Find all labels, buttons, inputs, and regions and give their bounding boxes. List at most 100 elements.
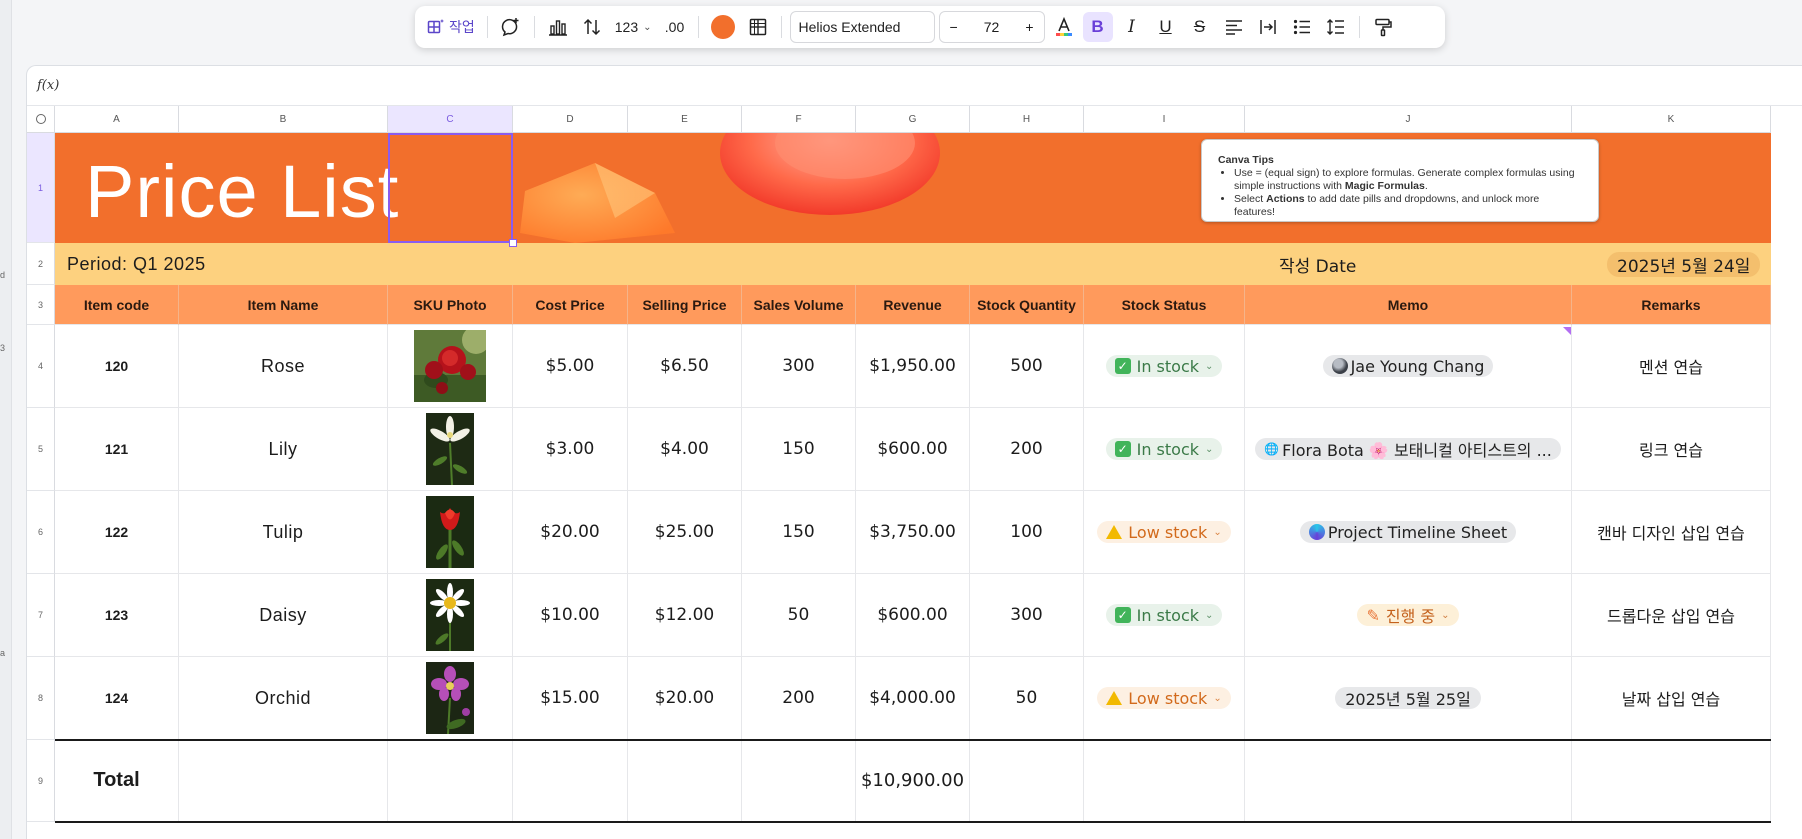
revenue-cell[interactable]: $600.00 <box>856 574 970 657</box>
column-header[interactable]: B <box>179 106 388 133</box>
line-spacing-button[interactable] <box>1321 12 1351 42</box>
total-cell[interactable] <box>179 740 388 822</box>
column-title[interactable]: Memo <box>1245 285 1572 325</box>
number-format-dropdown[interactable]: 123 ⌄ <box>611 12 656 42</box>
column-header[interactable]: E <box>628 106 742 133</box>
progress-dropdown[interactable]: ✎ 진행 중 ⌄ <box>1357 604 1459 626</box>
column-header[interactable]: D <box>513 106 628 133</box>
stock-status-dropdown[interactable]: ✓ In stock ⌄ <box>1105 355 1223 377</box>
flower-photo[interactable] <box>426 662 474 734</box>
memo-cell[interactable]: ✎ 진행 중 ⌄ <box>1245 574 1572 657</box>
cost-price-cell[interactable]: $20.00 <box>513 491 628 574</box>
column-header[interactable]: J <box>1245 106 1572 133</box>
remarks-cell[interactable]: 링크 연습 <box>1572 408 1771 491</box>
selling-price-cell[interactable]: $25.00 <box>628 491 742 574</box>
total-cell[interactable] <box>1245 740 1572 822</box>
chart-button[interactable] <box>543 12 573 42</box>
column-header[interactable]: A <box>55 106 179 133</box>
item-code-cell[interactable]: 124 <box>55 657 179 740</box>
row-header[interactable]: 1 <box>27 133 55 243</box>
selling-price-cell[interactable]: $12.00 <box>628 574 742 657</box>
row-header[interactable]: 5 <box>27 408 55 491</box>
total-revenue-cell[interactable]: $10,900.00 <box>856 740 970 822</box>
column-header[interactable]: I <box>1084 106 1245 133</box>
font-size-stepper[interactable]: − 72 + <box>938 11 1045 43</box>
column-title[interactable]: Stock Status <box>1084 285 1245 325</box>
text-wrap-button[interactable] <box>1253 12 1283 42</box>
column-title[interactable]: Selling Price <box>628 285 742 325</box>
date-label[interactable]: 작성 Date <box>1279 243 1356 285</box>
align-button[interactable] <box>1219 12 1249 42</box>
column-header[interactable]: H <box>970 106 1084 133</box>
remarks-cell[interactable]: 캔바 디자인 삽입 연습 <box>1572 491 1771 574</box>
sales-volume-cell[interactable]: 150 <box>742 491 856 574</box>
decimal-format-button[interactable]: .00 <box>660 12 690 42</box>
stock-quantity-cell[interactable]: 200 <box>970 408 1084 491</box>
fill-color-button[interactable] <box>707 12 739 42</box>
row-header[interactable]: 2 <box>27 243 55 285</box>
sku-photo-cell[interactable] <box>388 657 513 740</box>
row-header[interactable]: 8 <box>27 657 55 740</box>
total-cell[interactable] <box>970 740 1084 822</box>
total-cell[interactable] <box>1572 740 1771 822</box>
memo-cell[interactable]: Jae Young Chang <box>1245 325 1572 408</box>
cost-price-cell[interactable]: $15.00 <box>513 657 628 740</box>
italic-button[interactable]: I <box>1117 12 1147 42</box>
column-title[interactable]: Remarks <box>1572 285 1771 325</box>
cost-price-cell[interactable]: $5.00 <box>513 325 628 408</box>
selling-price-cell[interactable]: $20.00 <box>628 657 742 740</box>
column-title[interactable]: Stock Quantity <box>970 285 1084 325</box>
selling-price-cell[interactable]: $6.50 <box>628 325 742 408</box>
item-name-cell[interactable]: Daisy <box>179 574 388 657</box>
revenue-cell[interactable]: $4,000.00 <box>856 657 970 740</box>
row-header[interactable]: 4 <box>27 325 55 408</box>
link-pill[interactable]: 🌐 Flora Bota 🌸 보태니컬 아티스트의 ... <box>1255 438 1561 460</box>
stock-quantity-cell[interactable]: 500 <box>970 325 1084 408</box>
remarks-cell[interactable]: 날짜 삽입 연습 <box>1572 657 1771 740</box>
font-size-decrease[interactable]: − <box>950 19 958 35</box>
text-color-button[interactable] <box>1049 12 1079 42</box>
column-title[interactable]: Sales Volume <box>742 285 856 325</box>
column-title[interactable]: Item Name <box>179 285 388 325</box>
total-cell[interactable] <box>513 740 628 822</box>
stock-quantity-cell[interactable]: 50 <box>970 657 1084 740</box>
format-painter-button[interactable] <box>1368 12 1398 42</box>
memo-cell[interactable]: Project Timeline Sheet <box>1245 491 1572 574</box>
column-title[interactable]: Revenue <box>856 285 970 325</box>
item-code-cell[interactable]: 121 <box>55 408 179 491</box>
column-title[interactable]: Item code <box>55 285 179 325</box>
memo-cell[interactable]: 2025년 5월 25일 <box>1245 657 1572 740</box>
revenue-cell[interactable]: $600.00 <box>856 408 970 491</box>
flower-photo[interactable] <box>426 579 474 651</box>
stock-status-dropdown[interactable]: Low stock ⌄ <box>1097 687 1231 709</box>
total-cell[interactable] <box>1084 740 1245 822</box>
row-header[interactable]: 7 <box>27 574 55 657</box>
cost-price-cell[interactable]: $10.00 <box>513 574 628 657</box>
selling-price-cell[interactable]: $4.00 <box>628 408 742 491</box>
font-size-value[interactable]: 72 <box>984 19 1000 35</box>
remarks-cell[interactable]: 멘션 연습 <box>1572 325 1771 408</box>
row-header[interactable]: 3 <box>27 285 55 325</box>
select-all-corner[interactable] <box>27 106 55 133</box>
item-code-cell[interactable]: 120 <box>55 325 179 408</box>
revenue-cell[interactable]: $3,750.00 <box>856 491 970 574</box>
stock-quantity-cell[interactable]: 100 <box>970 491 1084 574</box>
item-code-cell[interactable]: 123 <box>55 574 179 657</box>
column-header[interactable]: K <box>1572 106 1771 133</box>
stock-status-cell[interactable]: ✓ In stock ⌄ <box>1084 325 1245 408</box>
sku-photo-cell[interactable] <box>388 574 513 657</box>
stock-status-cell[interactable]: ✓ In stock ⌄ <box>1084 574 1245 657</box>
actions-button[interactable]: 작업 <box>423 12 479 42</box>
column-header[interactable]: F <box>742 106 856 133</box>
mention-pill[interactable]: Jae Young Chang <box>1322 355 1494 377</box>
formula-bar[interactable]: f(x) <box>27 66 1802 106</box>
design-link-pill[interactable]: Project Timeline Sheet <box>1299 521 1517 543</box>
column-header[interactable]: C <box>388 106 513 133</box>
item-name-cell[interactable]: Lily <box>179 408 388 491</box>
comment-button[interactable] <box>496 12 526 42</box>
font-family-selector[interactable]: Helios Extended <box>789 11 935 43</box>
sort-button[interactable] <box>577 12 607 42</box>
remarks-cell[interactable]: 드롭다운 삽입 연습 <box>1572 574 1771 657</box>
sales-volume-cell[interactable]: 50 <box>742 574 856 657</box>
memo-cell[interactable]: 🌐 Flora Bota 🌸 보태니컬 아티스트의 ... <box>1245 408 1572 491</box>
